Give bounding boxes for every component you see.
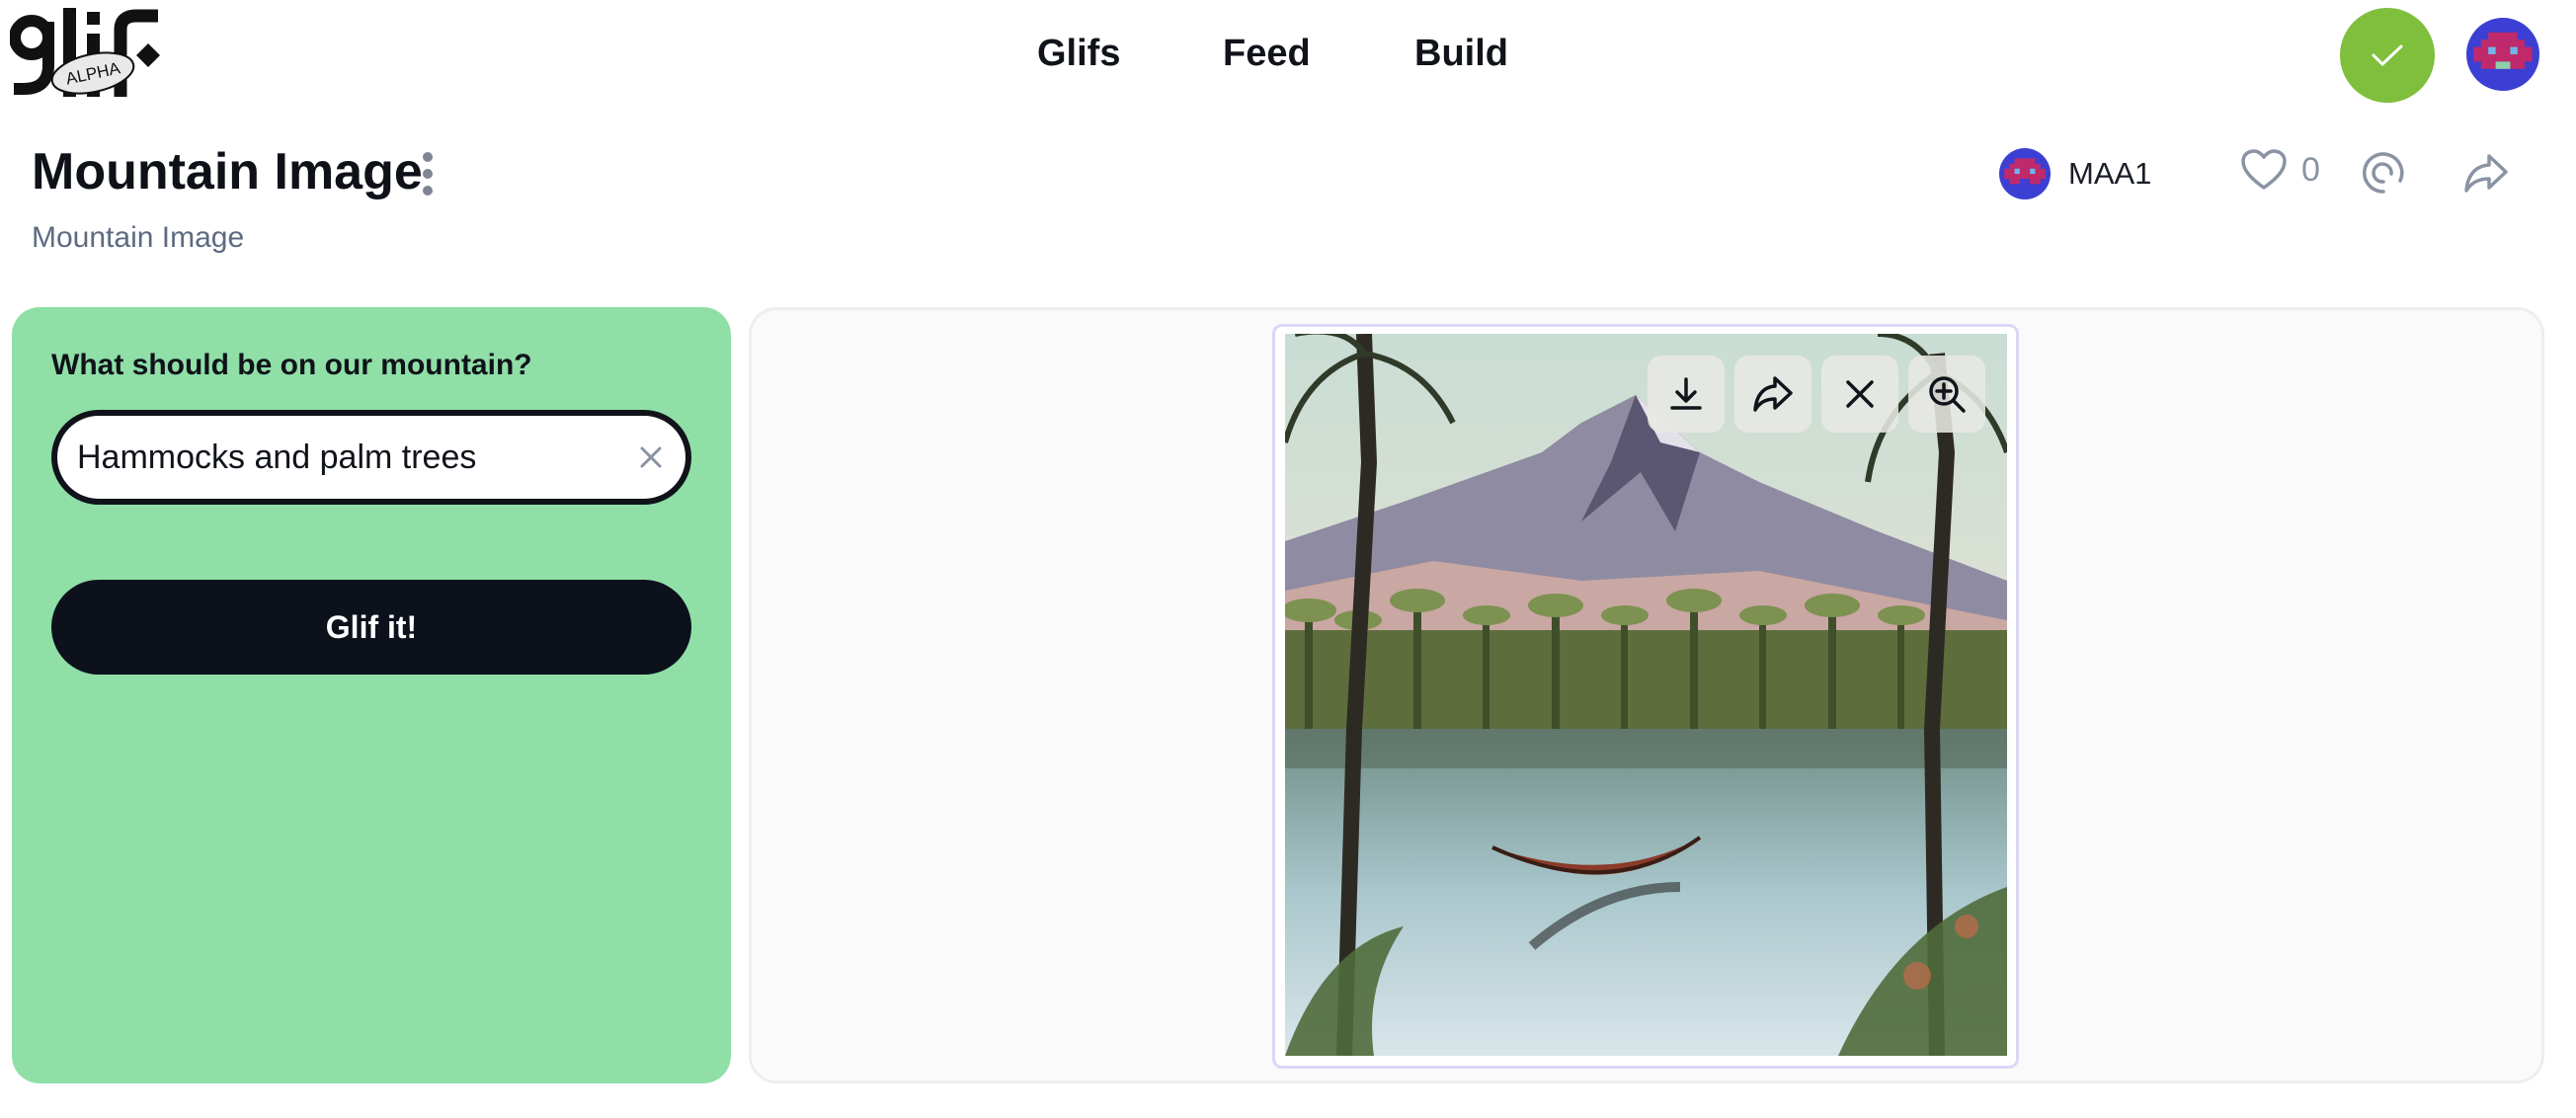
share-image-button[interactable] — [1734, 356, 1811, 433]
zoom-in-icon — [1929, 376, 1966, 413]
status-check-button[interactable] — [2340, 8, 2435, 103]
like-button[interactable]: 0 — [2240, 148, 2320, 192]
input-panel: What should be on our mountain? Hammocks… — [12, 307, 731, 1083]
share-icon — [1753, 376, 1793, 412]
glif-it-button[interactable]: Glif it! — [51, 580, 691, 675]
glif-logo[interactable]: ALPHA — [9, 8, 176, 103]
remix-icon — [2363, 152, 2404, 194]
close-image-button[interactable] — [1821, 356, 1898, 433]
user-avatar[interactable] — [2466, 18, 2539, 91]
like-count: 0 — [2301, 150, 2320, 189]
nav-link-build[interactable]: Build — [1414, 30, 1508, 77]
page-title: Mountain Image — [32, 143, 423, 200]
author-avatar — [1999, 148, 2051, 200]
kebab-menu-icon[interactable] — [413, 148, 443, 200]
prompt-input[interactable]: Hammocks and palm trees — [51, 410, 691, 505]
share-button[interactable] — [2463, 152, 2509, 199]
nav-link-feed[interactable]: Feed — [1223, 30, 1311, 77]
download-icon — [1670, 377, 1702, 410]
download-button[interactable] — [1648, 356, 1725, 433]
nav-link-glifs[interactable]: Glifs — [1037, 30, 1120, 77]
clear-icon[interactable] — [638, 444, 664, 470]
zoom-in-button[interactable] — [1908, 356, 1985, 433]
result-image[interactable] — [1285, 334, 2007, 1056]
check-icon — [2372, 44, 2403, 66]
share-icon — [2464, 154, 2508, 193]
heart-icon — [2241, 149, 2287, 190]
close-icon — [1846, 380, 1874, 408]
author-link[interactable]: MAA1 — [1999, 146, 2151, 201]
page-subtitle: Mountain Image — [32, 221, 245, 254]
prompt-label: What should be on our mountain? — [51, 349, 532, 381]
prompt-input-value[interactable]: Hammocks and palm trees — [77, 439, 638, 477]
remix-button[interactable] — [2361, 150, 2406, 200]
author-name: MAA1 — [2068, 156, 2152, 191]
